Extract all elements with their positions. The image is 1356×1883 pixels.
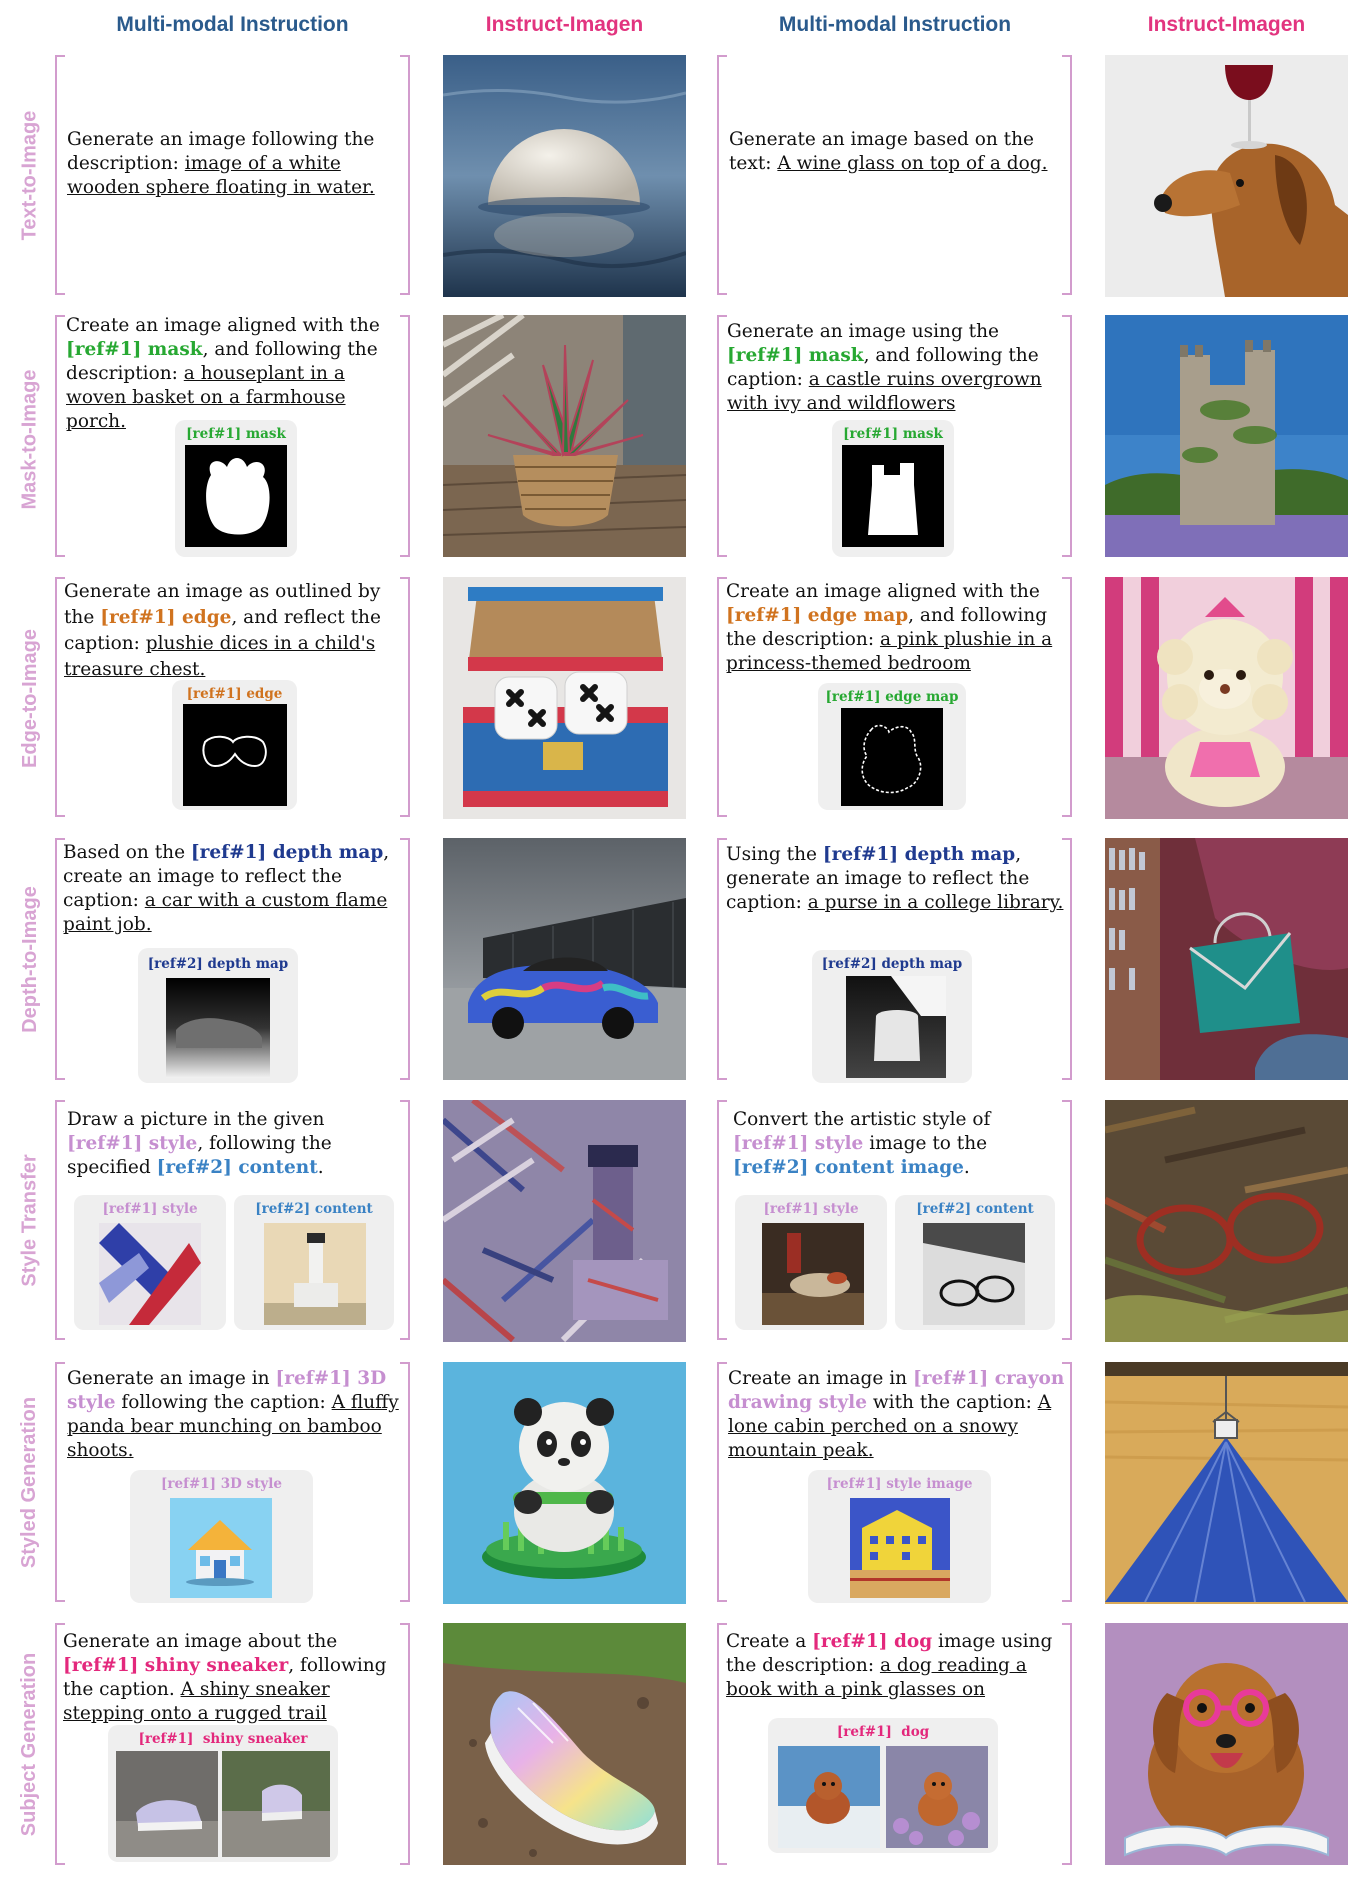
- instruction-text: Based on the [ref#1] depth map, create a…: [63, 842, 390, 935]
- reference-content-card: [ref#2] content: [895, 1195, 1055, 1330]
- instruction-text: Generate an image as outlined by the [re…: [64, 581, 381, 680]
- output-image-plushie-dices: [443, 577, 686, 819]
- reference-style-card: [ref#1] style: [735, 1195, 887, 1330]
- header-instruct-imagen-right: Instruct-Imagen: [1147, 13, 1306, 36]
- reference-depth-card: [ref#2] depth map: [812, 950, 972, 1083]
- output-image-style-transfer-lighthouse: [443, 1100, 686, 1342]
- edge-thumbnail: [183, 704, 287, 806]
- output-image-wine-glass-dog: [1105, 55, 1348, 297]
- row-label-depth-to-image: Depth-to-Image: [18, 885, 41, 1033]
- output-image-purse-library: [1105, 838, 1348, 1080]
- reference-edge-card: [ref#1] edge: [172, 680, 297, 810]
- instruction-text: Generate an image following the descript…: [67, 129, 375, 198]
- output-image-style-transfer-glasses: [1105, 1100, 1348, 1342]
- instruction-text: Generate an image in [ref#1] 3D style fo…: [67, 1368, 399, 1461]
- sneaker-thumbnail-1: [116, 1751, 218, 1857]
- reference-crayon-style-card: [ref#1] style image: [808, 1470, 991, 1603]
- instruction-text: Using the [ref#1] depth map, generate an…: [726, 844, 1064, 913]
- instruction-text: Generate an image based on the text: A w…: [729, 129, 1048, 174]
- instruction-text: Create an image aligned with the [ref#1]…: [66, 315, 380, 432]
- reference-depth-card: [ref#2] depth map: [138, 948, 298, 1083]
- style-thumbnail: [762, 1223, 864, 1325]
- reference-mask-card: [ref#1] mask: [832, 420, 954, 557]
- output-image-pink-plushie: [1105, 577, 1348, 819]
- row-label-style-transfer: Style Transfer: [18, 1153, 41, 1287]
- content-thumbnail: [264, 1223, 366, 1325]
- instruction-text: Create an image aligned with the [ref#1]…: [726, 581, 1053, 674]
- output-image-shiny-sneaker: [443, 1623, 686, 1865]
- instruction-text: Create an image in [ref#1] crayon drawin…: [728, 1368, 1065, 1461]
- output-image-dog-reading: [1105, 1623, 1348, 1865]
- reference-subject-card: [ref#1] shiny sneaker: [108, 1725, 338, 1862]
- reference-style-card: [ref#1] style: [74, 1195, 226, 1330]
- row-label-subject-generation: Subject Generation: [18, 1652, 41, 1836]
- reference-3d-style-card: [ref#1] 3D style: [130, 1470, 313, 1603]
- header-multimodal-instruction-right: Multi-modal Instruction: [778, 13, 1012, 36]
- header-instruct-imagen-left: Instruct-Imagen: [485, 13, 644, 36]
- edge-map-thumbnail: [841, 708, 943, 806]
- reference-edge-map-card: [ref#1] edge map: [818, 683, 966, 810]
- instruction-text: Draw a picture in the given [ref#1] styl…: [67, 1109, 332, 1178]
- caption-text: A wine glass on top of a dog.: [777, 153, 1048, 174]
- reference-content-card: [ref#2] content: [234, 1195, 394, 1330]
- output-image-flame-car: [443, 838, 686, 1080]
- instruction-text: Generate an image about the [ref#1] shin…: [63, 1631, 387, 1724]
- instruction-text: Create a [ref#1] dog image using the des…: [726, 1631, 1053, 1700]
- content-thumbnail: [923, 1223, 1025, 1325]
- row-label-mask-to-image: Mask-to-Image: [18, 368, 41, 510]
- mask-thumbnail: [842, 445, 944, 547]
- dog-thumbnail-1: [778, 1746, 880, 1848]
- output-image-castle-ruins: [1105, 315, 1348, 557]
- output-image-crayon-cabin: [1105, 1362, 1348, 1604]
- header-multimodal-instruction-left: Multi-modal Instruction: [116, 13, 349, 36]
- sneaker-thumbnail-2: [222, 1751, 330, 1857]
- output-image-houseplant: [443, 315, 686, 557]
- depth-map-thumbnail: [846, 976, 946, 1078]
- style-thumbnail: [170, 1498, 272, 1598]
- row-label-edge-to-image: Edge-to-Image: [18, 628, 41, 768]
- instruction-text: Convert the artistic style of [ref#1] st…: [733, 1109, 991, 1178]
- output-image-3d-panda: [443, 1362, 686, 1604]
- reference-subject-card: [ref#1] dog: [768, 1718, 998, 1853]
- row-label-styled-generation: Styled Generation: [18, 1396, 41, 1568]
- style-thumbnail: [99, 1223, 201, 1325]
- instruction-text: Generate an image using the [ref#1] mask…: [727, 321, 1042, 414]
- dog-thumbnail-2: [886, 1746, 988, 1848]
- style-thumbnail: [850, 1498, 950, 1598]
- row-label-text-to-image: Text-to-Image: [18, 110, 41, 240]
- output-image-wooden-sphere: [443, 55, 686, 297]
- mask-thumbnail: [185, 445, 287, 547]
- reference-mask-card: [ref#1] mask: [175, 420, 297, 557]
- caption-text: a purse in a college library.: [807, 892, 1064, 913]
- depth-map-thumbnail: [166, 978, 270, 1078]
